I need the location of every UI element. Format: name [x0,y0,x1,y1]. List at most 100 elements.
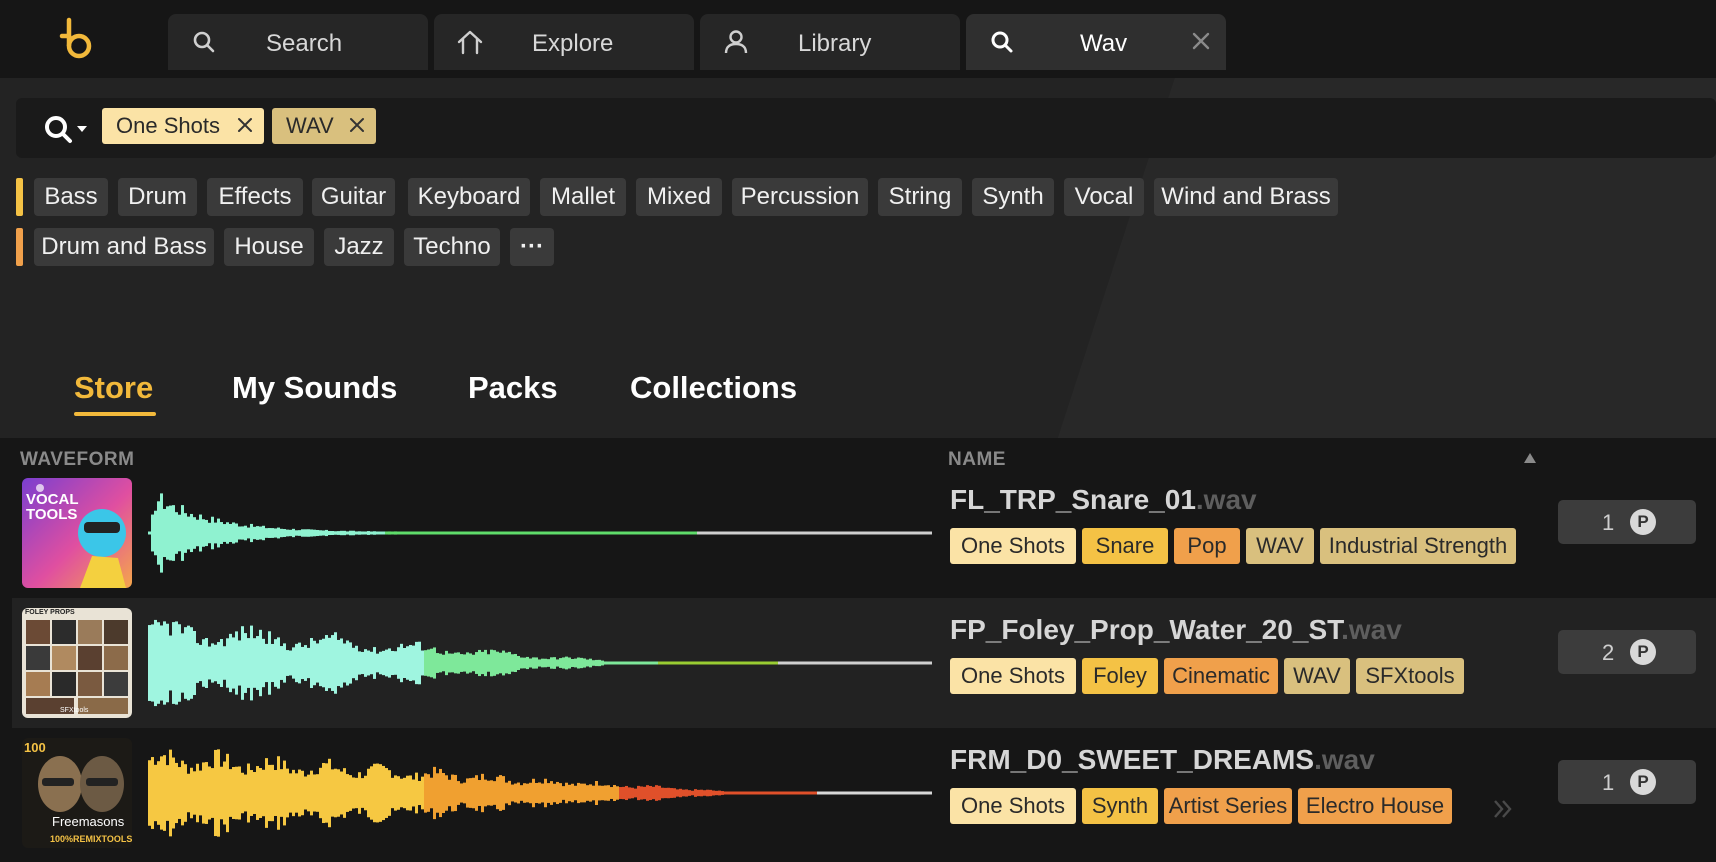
table-row[interactable]: 100 Freemasons 100%REMIXTOOLS FRM_D0_SWE… [12,728,1716,858]
waveform-bar [772,791,775,795]
subtab-store[interactable]: Store [74,370,153,406]
filter-keyboard[interactable]: Keyboard [408,178,530,216]
waveform-bar [505,531,508,535]
waveform-bar [244,774,247,812]
waveform-bar [715,661,718,665]
remove-chip-icon[interactable] [236,116,254,134]
tag[interactable]: One Shots [950,658,1076,694]
sort-ascending-icon[interactable] [1523,452,1537,464]
filter-string[interactable]: String [878,178,962,216]
search-bar[interactable] [16,98,1716,158]
credit-icon: P [1630,509,1656,535]
instrument-row-marker [16,178,23,216]
waveform[interactable] [148,608,932,718]
filter-jazz[interactable]: Jazz [324,228,394,266]
waveform-bar [568,784,571,802]
tag[interactable]: One Shots [950,528,1076,564]
tab-label: Search [266,30,343,57]
tab-library[interactable]: Library [700,14,960,70]
active-filter-chip[interactable]: WAV [272,108,376,144]
tab-wav[interactable]: Wav [966,14,1226,70]
more-filters-button[interactable]: ··· [510,228,554,266]
waveform-bar [208,766,211,820]
filter-house[interactable]: House [224,228,314,266]
tag[interactable]: Artist Series [1164,788,1292,824]
waveform-bar [733,661,736,665]
waveform-bar [625,785,628,801]
filter-techno[interactable]: Techno [404,228,500,266]
waveform-bar [337,639,340,687]
waveform-bar [217,518,220,548]
waveform-bar [517,655,520,671]
active-filter-chip[interactable]: One Shots [102,108,264,144]
filter-drum[interactable]: Drum [118,178,197,216]
buy-button[interactable]: 1 P [1558,500,1696,544]
table-row[interactable]: VOCAL TOOLS FL_TRP_Snare_01.wav One Shot… [12,468,1716,598]
waveform-bar [154,510,157,556]
waveform-bar [538,659,541,667]
waveform-bar [661,661,664,665]
waveform-bar [355,531,358,535]
tag[interactable]: SFXtools [1356,658,1464,694]
tag[interactable]: WAV [1246,528,1314,564]
buy-button[interactable]: 1 P [1558,760,1696,804]
waveform[interactable] [148,478,932,588]
table-row[interactable]: FOLEY PROPS SFXtools FP_Foley_Prop_Water… [12,598,1716,728]
filter-mixed[interactable]: Mixed [636,178,722,216]
subtab-packs[interactable]: Packs [468,370,558,406]
tag[interactable]: Cinematic [1164,658,1278,694]
tag[interactable]: Foley [1082,658,1158,694]
filter-synth[interactable]: Synth [972,178,1054,216]
tag[interactable]: Pop [1174,528,1240,564]
search-dropdown-icon[interactable] [42,112,92,148]
waveform[interactable] [148,738,932,848]
waveform-bar [325,529,328,537]
sound-name[interactable]: FP_Foley_Prop_Water_20_ST.wav [950,614,1402,646]
app-logo-icon[interactable] [52,14,100,62]
subtab-my-sounds[interactable]: My Sounds [232,370,397,406]
buy-button[interactable]: 2 P [1558,630,1696,674]
filter-vocal[interactable]: Vocal [1064,178,1144,216]
waveform-bar [172,505,175,561]
sound-name[interactable]: FRM_D0_SWEET_DREAMS.wav [950,744,1375,776]
waveform-bar [493,650,496,676]
waveform-bar [652,661,655,665]
waveform-bar [880,791,883,795]
remove-chip-icon[interactable] [348,116,366,134]
waveform-bar [799,661,802,665]
waveform-bar [265,758,268,828]
tag[interactable]: Snare [1082,528,1168,564]
tab-search[interactable]: Search [168,14,428,70]
waveform-bar [913,661,916,665]
sound-name-text: FRM_D0_SWEET_DREAMS [950,744,1315,775]
waveform-bar [796,791,799,795]
waveform-bar [271,643,274,683]
waveform-bar [718,531,721,535]
waveform-bar [514,531,517,535]
waveform-bar [250,770,253,816]
tag[interactable]: WAV [1284,658,1350,694]
waveform-bar [574,658,577,668]
waveform-bar [592,531,595,535]
filter-percussion[interactable]: Percussion [732,178,868,216]
filter-bass[interactable]: Bass [34,178,108,216]
subtab-collections[interactable]: Collections [630,370,797,406]
close-icon[interactable] [1190,30,1212,52]
waveform-bar [790,661,793,665]
tag[interactable]: Electro House [1298,788,1452,824]
tag[interactable]: Industrial Strength [1320,528,1516,564]
sound-name[interactable]: FL_TRP_Snare_01.wav [950,484,1257,516]
tag[interactable]: One Shots [950,788,1076,824]
filter-effects[interactable]: Effects [207,178,303,216]
waveform-bar [643,531,646,535]
filter-guitar[interactable]: Guitar [312,178,395,216]
tag[interactable]: Synth [1082,788,1158,824]
filter-drum-and-bass[interactable]: Drum and Bass [34,228,214,266]
waveform-bar [313,640,316,686]
filter-mallet[interactable]: Mallet [540,178,626,216]
filter-wind-and-brass[interactable]: Wind and Brass [1154,178,1338,216]
waveform-bar [337,531,340,535]
tab-explore[interactable]: Explore [434,14,694,70]
more-tags-chevron-icon[interactable] [1490,796,1516,822]
waveform-bar [643,661,646,665]
